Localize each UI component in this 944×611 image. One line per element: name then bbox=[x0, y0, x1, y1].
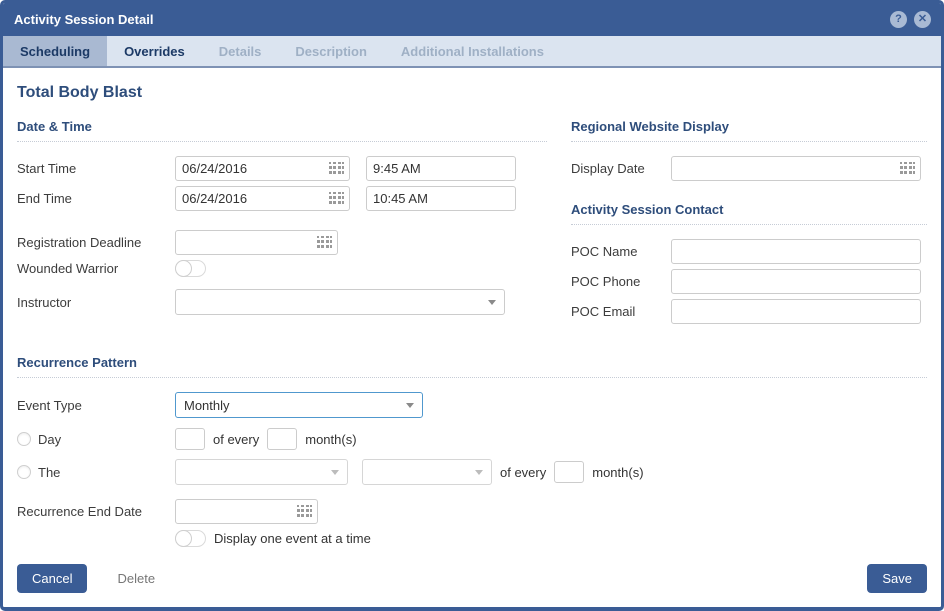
tab-overrides[interactable]: Overrides bbox=[107, 36, 202, 66]
dialog-footer: Cancel Delete Save bbox=[3, 552, 941, 607]
day-number-input[interactable] bbox=[175, 428, 205, 450]
calendar-icon[interactable] bbox=[297, 505, 312, 518]
section-date-time: Date & Time bbox=[17, 119, 547, 142]
wounded-warrior-row: Wounded Warrior bbox=[17, 260, 547, 277]
recurrence-day-row: Day of every month(s) bbox=[17, 428, 927, 450]
left-column: Date & Time Start Time bbox=[17, 119, 547, 329]
poc-phone-label: POC Phone bbox=[571, 274, 671, 289]
the-interval-input[interactable] bbox=[554, 461, 584, 483]
recurrence-end-date-row: Recurrence End Date bbox=[17, 499, 927, 524]
calendar-icon[interactable] bbox=[329, 192, 344, 205]
right-column: Regional Website Display Display Date Ac… bbox=[571, 119, 927, 329]
help-icon[interactable]: ? bbox=[890, 11, 907, 28]
start-time-label: Start Time bbox=[17, 161, 175, 176]
section-recurrence-pattern: Recurrence Pattern bbox=[17, 355, 927, 378]
wounded-warrior-toggle[interactable] bbox=[175, 260, 206, 277]
calendar-icon[interactable] bbox=[317, 236, 332, 249]
end-time-row: End Time bbox=[17, 186, 547, 211]
section-regional-website-display: Regional Website Display bbox=[571, 119, 927, 142]
event-type-dropdown[interactable]: Monthly bbox=[175, 392, 423, 418]
registration-deadline-label: Registration Deadline bbox=[17, 235, 175, 250]
day-radio[interactable] bbox=[17, 432, 31, 446]
calendar-icon[interactable] bbox=[900, 162, 915, 175]
tab-details: Details bbox=[202, 36, 279, 66]
chevron-down-icon bbox=[488, 300, 496, 305]
scheduling-panel: Total Body Blast Date & Time Start Time bbox=[3, 68, 941, 552]
display-date-input[interactable] bbox=[671, 156, 921, 181]
start-date-picker bbox=[175, 156, 350, 181]
months-text: month(s) bbox=[305, 432, 356, 447]
the-radio-label: The bbox=[38, 465, 60, 480]
tab-description: Description bbox=[278, 36, 384, 66]
event-type-label: Event Type bbox=[17, 398, 175, 413]
close-icon[interactable]: ✕ bbox=[914, 11, 931, 28]
one-event-toggle[interactable] bbox=[175, 530, 206, 547]
registration-deadline-row: Registration Deadline bbox=[17, 230, 547, 255]
delete-button[interactable]: Delete bbox=[111, 570, 161, 587]
calendar-icon[interactable] bbox=[329, 162, 344, 175]
the-radio[interactable] bbox=[17, 465, 31, 479]
registration-deadline-picker bbox=[175, 230, 338, 255]
page-title: Total Body Blast bbox=[17, 84, 927, 102]
chevron-down-icon bbox=[331, 470, 339, 475]
registration-deadline-input[interactable] bbox=[175, 230, 338, 255]
wounded-warrior-label: Wounded Warrior bbox=[17, 261, 175, 276]
save-button[interactable]: Save bbox=[867, 564, 927, 593]
toggle-knob bbox=[175, 530, 192, 547]
display-date-label: Display Date bbox=[571, 161, 671, 176]
start-date-input[interactable] bbox=[175, 156, 350, 181]
poc-phone-row: POC Phone bbox=[571, 269, 927, 294]
end-date-picker bbox=[175, 186, 350, 211]
months-text: month(s) bbox=[592, 465, 643, 480]
poc-phone-input[interactable] bbox=[671, 269, 921, 294]
start-time-row: Start Time bbox=[17, 156, 547, 181]
day-interval-input[interactable] bbox=[267, 428, 297, 450]
one-event-label: Display one event at a time bbox=[214, 531, 371, 546]
chevron-down-icon bbox=[406, 403, 414, 408]
display-date-picker bbox=[671, 156, 921, 181]
instructor-row: Instructor bbox=[17, 289, 547, 315]
poc-email-input[interactable] bbox=[671, 299, 921, 324]
ordinal-dropdown[interactable] bbox=[175, 459, 348, 485]
weekday-dropdown[interactable] bbox=[362, 459, 492, 485]
dialog-titlebar: Activity Session Detail ? ✕ bbox=[3, 3, 941, 36]
tab-scheduling[interactable]: Scheduling bbox=[3, 36, 107, 66]
poc-name-row: POC Name bbox=[571, 239, 927, 264]
end-time-input[interactable] bbox=[366, 186, 516, 211]
event-type-row: Event Type Monthly bbox=[17, 392, 927, 418]
instructor-label: Instructor bbox=[17, 295, 175, 310]
dialog-title: Activity Session Detail bbox=[14, 12, 153, 27]
section-activity-session-contact: Activity Session Contact bbox=[571, 202, 927, 225]
poc-email-label: POC Email bbox=[571, 304, 671, 319]
of-every-text: of every bbox=[500, 465, 546, 480]
start-time-input[interactable] bbox=[366, 156, 516, 181]
display-date-row: Display Date bbox=[571, 156, 927, 181]
titlebar-actions: ? ✕ bbox=[890, 11, 931, 28]
tab-additional-installations: Additional Installations bbox=[384, 36, 561, 66]
recurrence-end-date-label: Recurrence End Date bbox=[17, 504, 175, 519]
poc-name-label: POC Name bbox=[571, 244, 671, 259]
poc-email-row: POC Email bbox=[571, 299, 927, 324]
chevron-down-icon bbox=[475, 470, 483, 475]
event-type-dropdown-value: Monthly bbox=[184, 398, 230, 413]
recurrence-the-row: The of every month(s) bbox=[17, 459, 927, 485]
one-event-row: Display one event at a time bbox=[17, 530, 927, 547]
toggle-knob bbox=[175, 260, 192, 277]
end-time-label: End Time bbox=[17, 191, 175, 206]
day-radio-label: Day bbox=[38, 432, 61, 447]
instructor-dropdown[interactable] bbox=[175, 289, 505, 315]
recurrence-end-date-picker bbox=[175, 499, 318, 524]
end-date-input[interactable] bbox=[175, 186, 350, 211]
activity-session-detail-dialog: Activity Session Detail ? ✕ Scheduling O… bbox=[0, 0, 944, 611]
cancel-button[interactable]: Cancel bbox=[17, 564, 87, 593]
of-every-text: of every bbox=[213, 432, 259, 447]
tab-strip: Scheduling Overrides Details Description… bbox=[3, 36, 941, 68]
poc-name-input[interactable] bbox=[671, 239, 921, 264]
